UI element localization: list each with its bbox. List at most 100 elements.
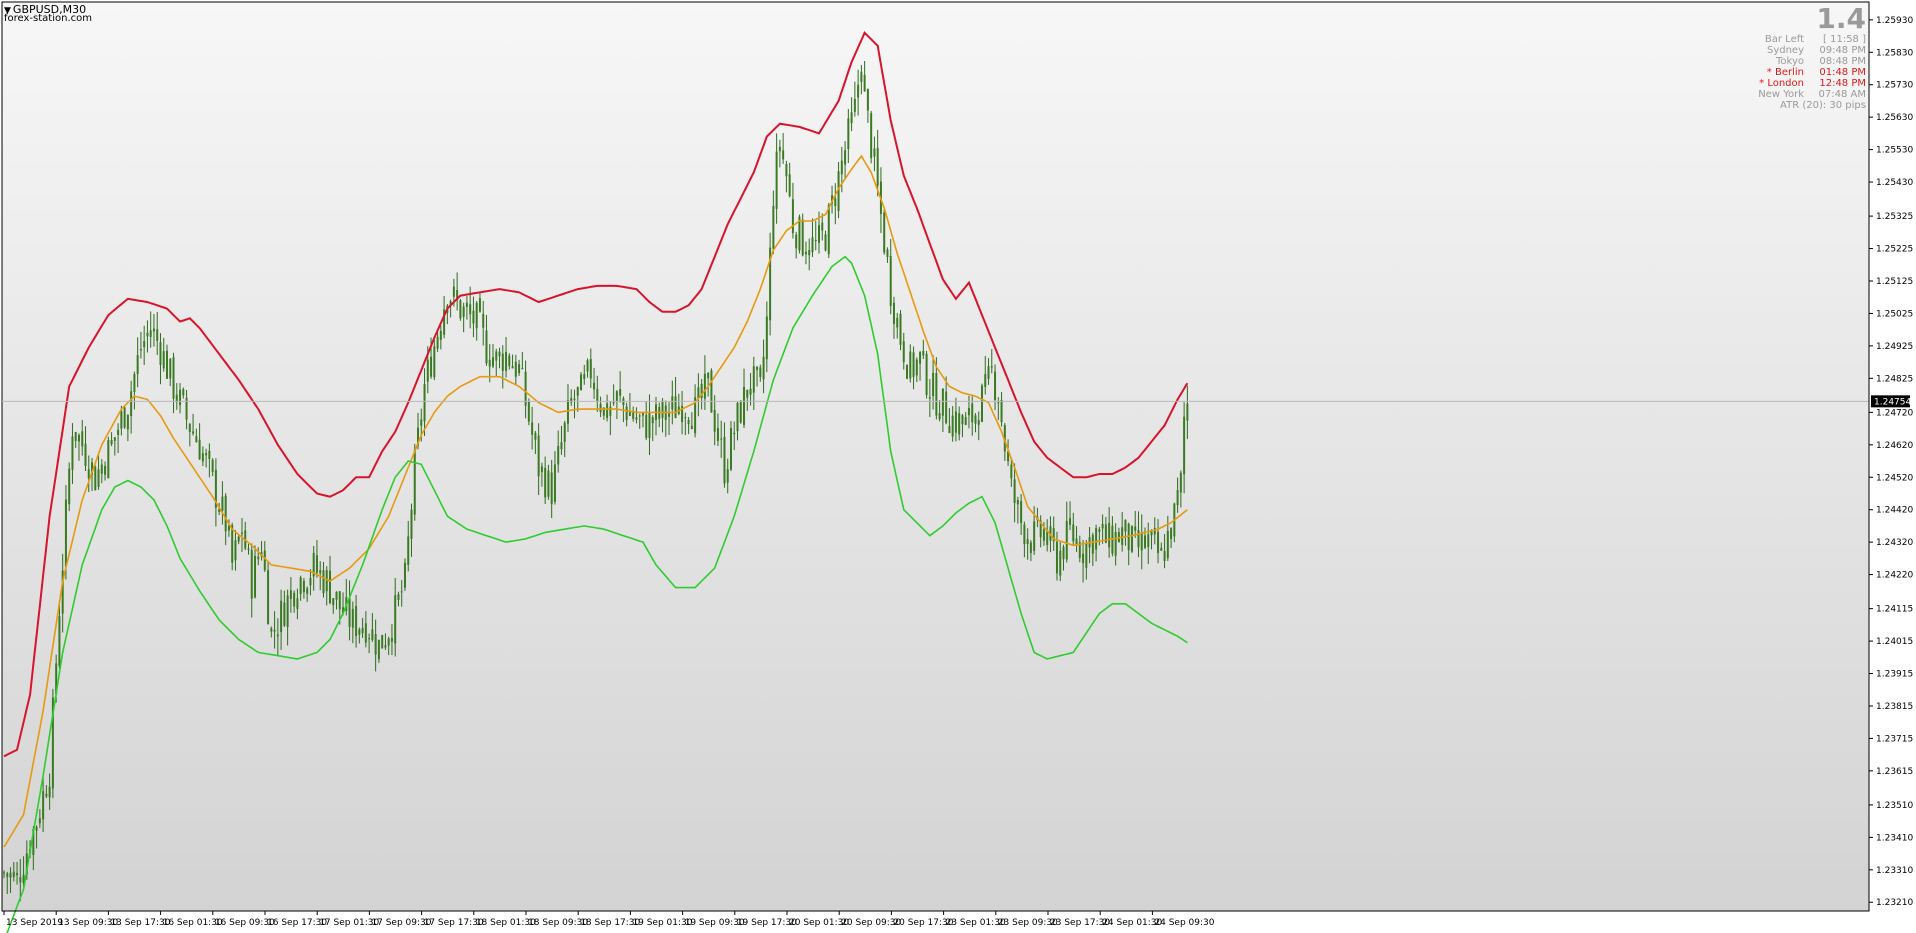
candle-body <box>563 422 566 442</box>
candle-body <box>221 496 224 511</box>
candle-body <box>192 431 195 434</box>
candle-body <box>834 198 837 207</box>
session-time: 01:48 PM <box>1819 67 1866 78</box>
candle-body <box>12 871 15 877</box>
candle-body <box>126 414 129 430</box>
candle-body <box>720 438 723 440</box>
candle-body <box>505 351 508 371</box>
candle-body <box>514 361 517 377</box>
candle-body <box>811 237 814 253</box>
price-chart[interactable]: 1.25930 1.25830 1.25730 1.25630 1.25530 1.254… <box>0 0 1916 933</box>
candle-body <box>254 555 257 598</box>
candle-body <box>941 388 944 416</box>
candle-body <box>746 389 749 398</box>
y-tick-label: 1.23310 <box>1876 866 1913 876</box>
candle-body <box>932 372 935 397</box>
candle <box>981 383 983 423</box>
candle-body <box>1166 530 1169 559</box>
candle-body <box>1065 520 1068 560</box>
candle-body <box>224 495 227 532</box>
candle-body <box>938 413 941 420</box>
candle <box>459 299 462 321</box>
candle-body <box>818 225 820 243</box>
candle-body <box>1085 542 1088 568</box>
candle-body <box>107 439 110 479</box>
candle-body <box>981 385 983 422</box>
candle-body <box>925 353 928 396</box>
candle-body <box>364 623 367 643</box>
y-tick-label: 1.23615 <box>1876 767 1913 777</box>
candle-body <box>130 391 133 417</box>
candle-body <box>426 359 429 382</box>
candle-body <box>377 639 380 660</box>
candle-body <box>958 413 961 435</box>
site-label: forex-station.com <box>4 13 92 24</box>
candle-body <box>149 330 152 337</box>
candle-body <box>994 371 997 401</box>
candle-body <box>772 205 775 249</box>
candle <box>527 398 530 426</box>
candle-body <box>195 436 198 443</box>
candle-body <box>280 600 283 633</box>
candle-body <box>899 313 902 345</box>
candle-body <box>1147 534 1150 548</box>
candle-body <box>1059 550 1062 576</box>
candle-body <box>335 591 338 600</box>
y-tick-label: 1.24115 <box>1876 605 1913 615</box>
y-tick-label: 1.24420 <box>1876 506 1913 516</box>
candle-body <box>286 595 289 628</box>
candle-body <box>775 151 778 209</box>
candle-body <box>263 550 266 571</box>
candle-body <box>257 556 260 560</box>
candle-body <box>544 467 547 498</box>
candle-body <box>276 634 279 637</box>
y-tick-label: 1.24620 <box>1876 441 1913 451</box>
candle-body <box>123 407 126 428</box>
candle-body <box>974 415 977 424</box>
candle-body <box>322 570 325 594</box>
session-info-panel: 1.4 Bar Left[ 11:58 ] Sydney 09:48 PM Tokyo… <box>1646 4 1866 112</box>
candle-body <box>485 330 488 364</box>
candle-body <box>853 99 856 112</box>
candle-body <box>205 453 208 456</box>
candle-body <box>840 160 843 175</box>
candle-body <box>713 409 716 432</box>
candle-body <box>743 386 746 426</box>
y-tick-label: 1.25530 <box>1876 146 1913 156</box>
candle-body <box>299 577 302 595</box>
candle-body <box>625 406 628 420</box>
candle-body <box>674 396 677 418</box>
candle-body <box>889 256 892 306</box>
candle-body <box>306 588 309 594</box>
candle-body <box>1082 553 1085 564</box>
candle-body <box>765 316 768 360</box>
candle-body <box>716 427 719 441</box>
candle-body <box>896 317 899 328</box>
candle-body <box>104 465 107 475</box>
candle-body <box>990 366 993 368</box>
candle-body <box>902 341 905 363</box>
session-row: Sydney 09:48 PM <box>1646 45 1866 56</box>
candle-body <box>553 464 556 502</box>
candle-body <box>537 435 540 477</box>
candle-body <box>387 638 390 646</box>
y-tick-label: 1.25430 <box>1876 178 1913 188</box>
candle <box>1130 525 1133 554</box>
candle-body <box>459 300 462 319</box>
candle-body <box>19 877 22 883</box>
candle-body <box>892 302 895 324</box>
session-name: Bar Left <box>1764 34 1804 45</box>
candle-body <box>42 791 45 820</box>
candle <box>413 443 416 521</box>
candle-body <box>58 616 61 667</box>
candle-body <box>778 146 781 152</box>
candle-body <box>759 367 762 377</box>
candle-body <box>71 436 74 470</box>
candle <box>801 213 804 257</box>
chart-window[interactable]: 1.25930 1.25830 1.25730 1.25630 1.25530 1.254… <box>0 0 1916 933</box>
candle-body <box>117 429 120 435</box>
candle-body <box>1183 416 1186 475</box>
candle-body <box>302 580 305 593</box>
session-time: 12:48 PM <box>1819 78 1866 89</box>
candle <box>870 110 873 164</box>
